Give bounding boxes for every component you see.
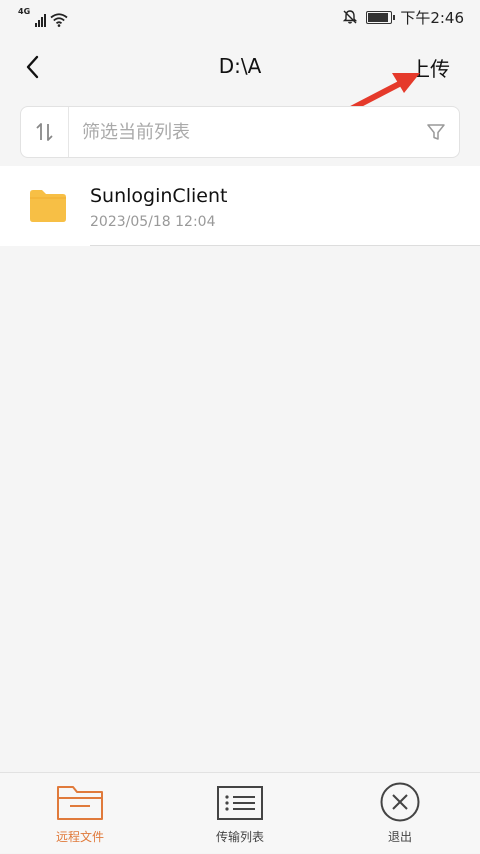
back-button[interactable] <box>18 52 48 82</box>
status-bar: 4G 下午2:46 <box>0 0 480 34</box>
tab-transfer-list[interactable]: 传输列表 <box>160 773 320 854</box>
tab-label: 传输列表 <box>215 830 264 844</box>
file-list: SunloginClient 2023/05/18 12:04 <box>0 166 480 246</box>
file-name: SunloginClient <box>90 185 228 207</box>
sort-icon <box>36 123 52 141</box>
wifi-icon <box>50 13 68 27</box>
signal-icon <box>35 13 47 27</box>
title-bar: D:\A 上传 <box>0 40 480 92</box>
funnel-button[interactable] <box>413 107 459 157</box>
row-divider <box>90 245 480 246</box>
file-row-sunloginclient[interactable]: SunloginClient 2023/05/18 12:04 <box>0 166 480 246</box>
funnel-icon <box>427 124 445 140</box>
filter-input[interactable] <box>69 107 413 157</box>
tab-exit[interactable]: 退出 <box>320 773 480 854</box>
status-time: 下午2:46 <box>400 8 464 27</box>
page-title: D:\A <box>218 54 262 78</box>
filter-bar <box>20 106 460 158</box>
upload-button[interactable]: 上传 <box>410 53 450 82</box>
battery-fill <box>368 12 389 22</box>
tab-label: 远程文件 <box>55 830 104 844</box>
sort-button[interactable] <box>21 107 69 157</box>
chevron-left-icon <box>26 55 39 79</box>
battery-icon <box>366 10 396 24</box>
status-right: 下午2:46 <box>342 7 464 28</box>
folder-icon <box>30 190 66 222</box>
network-type-label: 4G <box>18 7 31 16</box>
file-info: SunloginClient 2023/05/18 12:04 <box>90 184 227 230</box>
tab-label: 退出 <box>387 830 412 844</box>
bottom-nav: 远程文件 传输列表 退出 <box>0 772 480 853</box>
status-left: 4G <box>18 7 68 27</box>
folder-outline-icon <box>57 786 103 820</box>
list-icon <box>217 786 263 820</box>
close-circle-icon <box>380 782 420 822</box>
bell-muted-icon <box>343 10 358 24</box>
tab-remote-files[interactable]: 远程文件 <box>0 773 160 854</box>
file-date: 2023/05/18 12:04 <box>90 214 216 230</box>
